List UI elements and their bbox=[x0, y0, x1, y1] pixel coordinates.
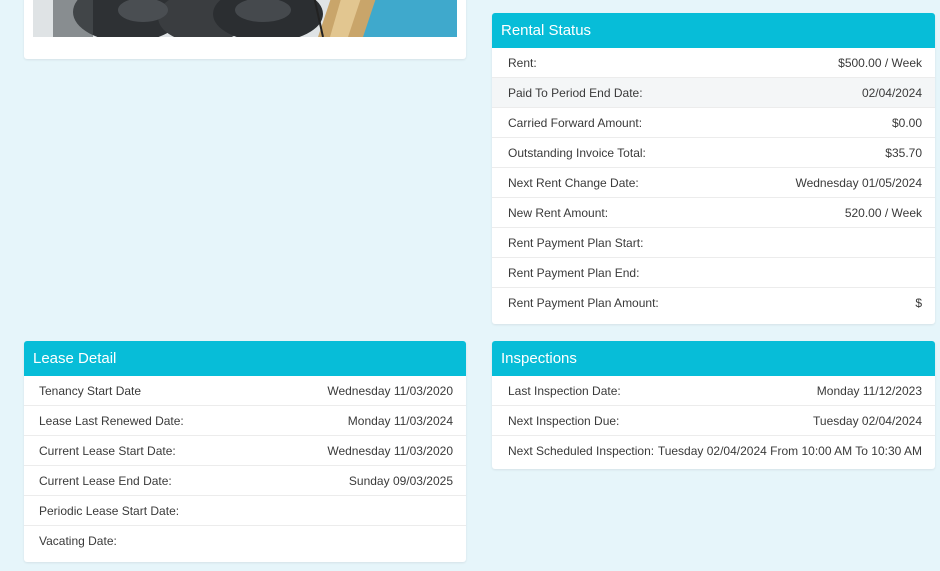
rental-row-new-rent-amount: New Rent Amount: 520.00 / Week bbox=[492, 198, 935, 228]
row-value: 520.00 / Week bbox=[844, 205, 922, 220]
row-label: Vacating Date: bbox=[39, 534, 117, 548]
row-label: Paid To Period End Date: bbox=[508, 85, 643, 100]
row-value: Sunday 09/03/2025 bbox=[348, 473, 453, 488]
row-value: $0.00 bbox=[891, 115, 922, 130]
property-photo bbox=[33, 0, 457, 37]
row-label: Next Rent Change Date: bbox=[508, 175, 639, 190]
lease-detail-list: Tenancy Start Date Wednesday 11/03/2020 … bbox=[24, 376, 466, 556]
lease-detail-card: Lease Detail Tenancy Start Date Wednesda… bbox=[24, 341, 466, 562]
lease-row-last-renewed: Lease Last Renewed Date: Monday 11/03/20… bbox=[24, 406, 466, 436]
lease-row-vacating: Vacating Date: bbox=[24, 526, 466, 556]
row-label: Next Inspection Due: bbox=[508, 413, 620, 428]
lease-row-periodic-start: Periodic Lease Start Date: bbox=[24, 496, 466, 526]
row-value: Monday 11/12/2023 bbox=[816, 383, 922, 398]
lease-row-current-end: Current Lease End Date: Sunday 09/03/202… bbox=[24, 466, 466, 496]
row-value: Tuesday 02/04/2024 From 10:00 AM To 10:3… bbox=[657, 444, 922, 458]
row-label: New Rent Amount: bbox=[508, 205, 609, 220]
rental-status-card: Rental Status Rent: $500.00 / Week Paid … bbox=[492, 13, 935, 324]
row-label: Rent Payment Plan Amount: bbox=[508, 296, 659, 310]
row-value: $ bbox=[915, 296, 922, 310]
row-label: Lease Last Renewed Date: bbox=[39, 413, 184, 428]
rental-row-outstanding-invoice: Outstanding Invoice Total: $35.70 bbox=[492, 138, 935, 168]
row-value: 02/04/2024 bbox=[861, 85, 922, 100]
row-label: Outstanding Invoice Total: bbox=[508, 145, 646, 160]
row-label: Next Scheduled Inspection: bbox=[508, 444, 655, 458]
row-label: Rent: bbox=[508, 55, 537, 70]
lease-row-tenancy-start: Tenancy Start Date Wednesday 11/03/2020 bbox=[24, 376, 466, 406]
row-value: Tuesday 02/04/2024 bbox=[813, 413, 922, 428]
row-value: $500.00 / Week bbox=[838, 55, 922, 70]
inspection-row-next-scheduled: Next Scheduled Inspection: Tuesday 02/04… bbox=[492, 436, 935, 466]
row-label: Rent Payment Plan End: bbox=[508, 265, 640, 280]
rental-row-next-rent-change: Next Rent Change Date: Wednesday 01/05/2… bbox=[492, 168, 935, 198]
row-label: Current Lease End Date: bbox=[39, 473, 172, 488]
inspections-header: Inspections bbox=[492, 341, 935, 376]
row-label: Last Inspection Date: bbox=[508, 383, 621, 398]
rental-status-header: Rental Status bbox=[492, 13, 935, 48]
rental-row-plan-end: Rent Payment Plan End: bbox=[492, 258, 935, 288]
row-value: $35.70 bbox=[885, 145, 922, 160]
inspection-row-next-due: Next Inspection Due: Tuesday 02/04/2024 bbox=[492, 406, 935, 436]
rental-row-rent: Rent: $500.00 / Week bbox=[492, 48, 935, 78]
row-label: Periodic Lease Start Date: bbox=[39, 503, 180, 518]
row-value: Wednesday 11/03/2020 bbox=[327, 443, 453, 458]
inspection-row-last: Last Inspection Date: Monday 11/12/2023 bbox=[492, 376, 935, 406]
row-label: Current Lease Start Date: bbox=[39, 443, 176, 458]
inspections-list: Last Inspection Date: Monday 11/12/2023 … bbox=[492, 376, 935, 466]
rental-row-paid-to: Paid To Period End Date: 02/04/2024 bbox=[492, 78, 935, 108]
property-photo-card bbox=[24, 0, 466, 59]
rental-status-list: Rent: $500.00 / Week Paid To Period End … bbox=[492, 48, 935, 318]
lease-detail-header: Lease Detail bbox=[24, 341, 466, 376]
row-label: Carried Forward Amount: bbox=[508, 115, 643, 130]
rental-row-carried-forward: Carried Forward Amount: $0.00 bbox=[492, 108, 935, 138]
inspections-card: Inspections Last Inspection Date: Monday… bbox=[492, 341, 935, 469]
row-label: Tenancy Start Date bbox=[39, 383, 142, 398]
lease-row-current-start: Current Lease Start Date: Wednesday 11/0… bbox=[24, 436, 466, 466]
row-label: Rent Payment Plan Start: bbox=[508, 235, 644, 250]
row-value: Monday 11/03/2024 bbox=[347, 413, 453, 428]
row-value: Wednesday 11/03/2020 bbox=[327, 383, 453, 398]
rental-row-plan-amount: Rent Payment Plan Amount: $ bbox=[492, 288, 935, 318]
rental-row-plan-start: Rent Payment Plan Start: bbox=[492, 228, 935, 258]
row-value: Wednesday 01/05/2024 bbox=[795, 175, 922, 190]
